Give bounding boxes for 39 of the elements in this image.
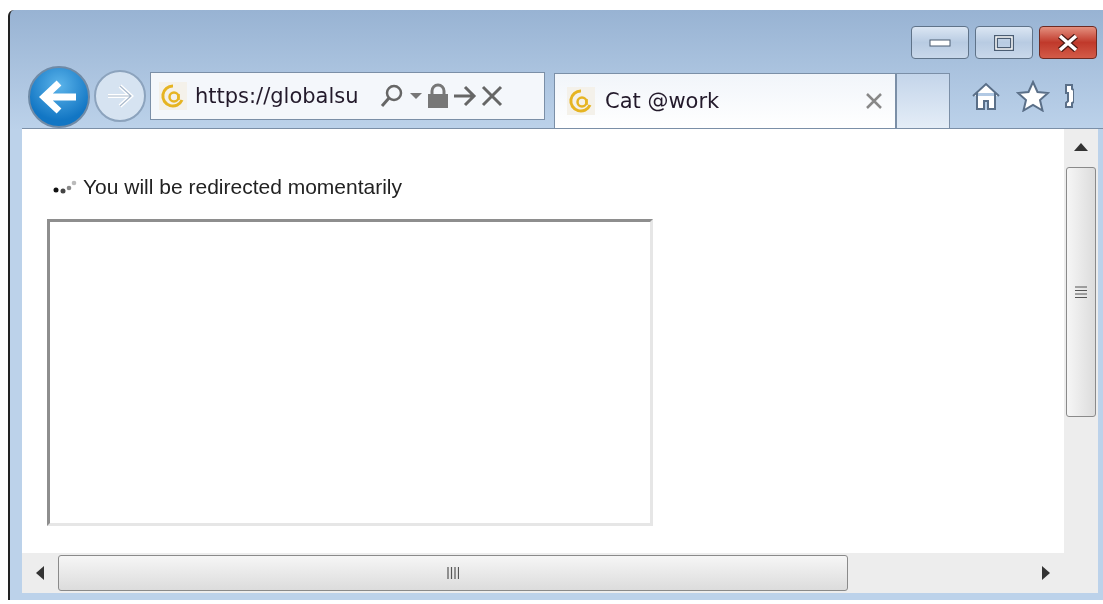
up-arrow-icon — [1074, 143, 1088, 151]
dropdown-caret-icon[interactable] — [409, 92, 423, 100]
redirect-message: You will be redirected momentarily — [83, 175, 403, 199]
arrow-icon — [453, 85, 477, 107]
star-icon — [1016, 80, 1050, 112]
maximize-button[interactable] — [975, 26, 1033, 59]
new-tab-button[interactable] — [896, 73, 950, 128]
forward-arrow-icon — [105, 83, 135, 109]
maximize-icon — [994, 34, 1014, 51]
close-icon — [1057, 33, 1079, 52]
scrollbar-thumb[interactable] — [1066, 167, 1096, 417]
scrollbar-thumb[interactable] — [58, 555, 848, 591]
url-field[interactable]: https://globalsu — [191, 84, 375, 108]
home-icon — [970, 81, 1002, 111]
site-icon — [159, 82, 187, 110]
close-icon — [481, 85, 503, 107]
grip-icon — [1075, 286, 1087, 298]
grip-icon — [447, 567, 459, 579]
search-icon — [379, 83, 405, 109]
settings-icon — [1064, 81, 1074, 111]
home-button[interactable] — [970, 81, 1002, 111]
minimize-icon — [929, 38, 951, 47]
search-button[interactable] — [379, 83, 405, 109]
stop-button[interactable] — [481, 85, 503, 107]
minimize-button[interactable] — [911, 26, 969, 59]
lock-icon[interactable] — [427, 83, 449, 109]
back-arrow-icon — [39, 78, 79, 115]
left-arrow-icon — [36, 566, 44, 580]
close-button[interactable] — [1039, 26, 1097, 59]
forward-button[interactable] — [94, 70, 146, 122]
favorites-button[interactable] — [1016, 80, 1050, 112]
address-bar[interactable]: https://globalsu — [150, 72, 545, 120]
site-icon — [567, 87, 595, 115]
settings-button[interactable] — [1064, 81, 1074, 111]
right-arrow-icon — [1042, 566, 1050, 580]
close-icon[interactable] — [865, 92, 883, 110]
browser-tab[interactable]: Cat @work — [554, 73, 896, 128]
loading-dots-icon — [53, 179, 79, 195]
go-button[interactable] — [453, 85, 477, 107]
